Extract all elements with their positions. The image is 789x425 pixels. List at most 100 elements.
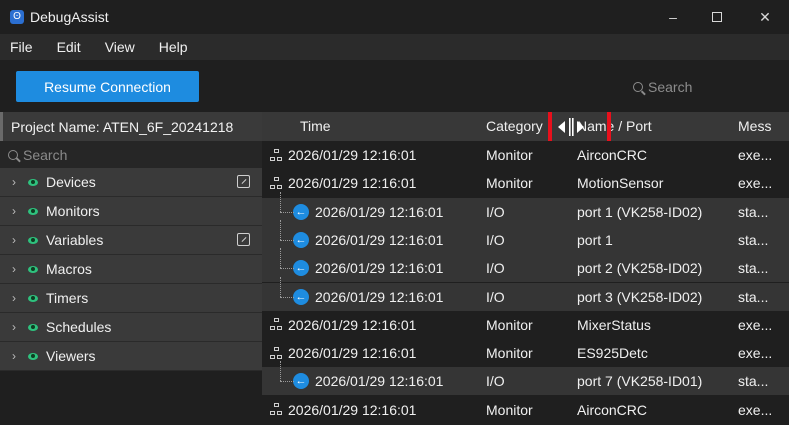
io-arrow-icon: ←: [293, 203, 309, 220]
time-text: 2026/01/29 12:16:01: [288, 175, 417, 192]
category-cell: I/O: [486, 288, 505, 305]
column-header-category[interactable]: Category: [486, 112, 543, 141]
chevron-right-icon[interactable]: ›: [12, 175, 20, 189]
eye-icon: [28, 236, 38, 244]
table-row[interactable]: ← 2026/01/29 12:16:01 I/O port 1 sta...: [262, 219, 789, 254]
message-cell: exe...: [738, 345, 773, 362]
sidebar-item-label: Variables: [46, 232, 104, 248]
sidebar-item-schedules[interactable]: › Schedules: [0, 313, 262, 342]
tree-connector: [270, 361, 294, 395]
sidebar-item-timers[interactable]: › Timers: [0, 284, 262, 313]
table-row[interactable]: 2026/01/29 12:16:01 Monitor MotionSensor ex…: [262, 169, 789, 198]
time-cell: 2026/01/29 12:16:01: [270, 396, 416, 424]
message-cell: sta...: [738, 373, 769, 390]
time-text: 2026/01/29 12:16:01: [315, 260, 444, 277]
table-header: Time Category Name / Port Mess: [262, 112, 789, 157]
category-cell: I/O: [486, 203, 505, 220]
table-search-input[interactable]: Search: [633, 79, 692, 95]
network-icon: [270, 403, 283, 416]
popout-icon[interactable]: [237, 233, 250, 246]
io-arrow-icon: ←: [293, 231, 309, 248]
sidebar-item-variables[interactable]: › Variables: [0, 226, 262, 255]
table-row[interactable]: ← 2026/01/29 12:16:01 I/O port 1 (VK258-ID0…: [262, 191, 789, 226]
name-port-cell: AirconCRC: [577, 147, 648, 163]
category-cell: Monitor: [486, 401, 533, 418]
sidebar-item-label: Schedules: [46, 319, 112, 335]
name-port-cell: port 3 (VK258-ID02): [577, 288, 703, 305]
menu-file[interactable]: File: [0, 34, 45, 60]
network-icon: [270, 318, 283, 331]
time-cell: 2026/01/29 12:16:01: [270, 141, 416, 169]
chevron-right-icon[interactable]: ›: [12, 233, 20, 247]
time-text: 2026/01/29 12:16:01: [315, 231, 444, 248]
sidebar-item-macros[interactable]: › Macros: [0, 255, 262, 284]
sidebar-search-input[interactable]: Search: [0, 141, 262, 168]
chevron-right-icon[interactable]: ›: [12, 291, 20, 305]
name-port-cell: MixerStatus: [577, 316, 651, 333]
sidebar-item-label: Viewers: [46, 348, 96, 364]
category-cell: I/O: [486, 260, 505, 277]
sidebar-item-label: Timers: [46, 290, 89, 306]
close-button[interactable]: ✕: [741, 0, 789, 34]
sidebar-item-monitors[interactable]: › Monitors: [0, 197, 262, 226]
io-arrow-icon: ←: [293, 288, 309, 305]
table-row[interactable]: ← 2026/01/29 12:16:01 I/O port 7 (VK258-ID0…: [262, 361, 789, 396]
message-cell: sta...: [738, 260, 769, 277]
tree-connector: [270, 219, 294, 254]
time-text: 2026/01/29 12:16:01: [288, 401, 417, 418]
title-bar: ʘ DebugAssist – ✕: [0, 0, 789, 34]
eye-icon: [28, 352, 38, 360]
message-cell: sta...: [738, 288, 769, 305]
message-cell: exe...: [738, 401, 773, 418]
sidebar-item-label: Monitors: [46, 203, 100, 219]
column-header-time[interactable]: Time: [300, 112, 331, 141]
tree-connector: [270, 248, 294, 282]
category-cell: Monitor: [486, 147, 533, 163]
chevron-right-icon[interactable]: ›: [12, 349, 20, 363]
minimize-button[interactable]: –: [649, 0, 697, 34]
chevron-right-icon[interactable]: ›: [12, 320, 20, 334]
message-cell: exe...: [738, 316, 773, 333]
table-row[interactable]: 2026/01/29 12:16:01 Monitor ES925Detc exe..…: [262, 339, 789, 368]
eye-icon: [28, 207, 38, 215]
table-row[interactable]: 2026/01/29 12:16:01 Monitor AirconCRC exe..…: [262, 141, 789, 169]
menu-view[interactable]: View: [93, 34, 147, 60]
category-cell: Monitor: [486, 345, 533, 362]
name-port-cell: port 1: [577, 231, 613, 248]
eye-icon: [28, 265, 38, 273]
sidebar-search-placeholder: Search: [23, 146, 68, 163]
category-cell: I/O: [486, 373, 505, 390]
resume-connection-button[interactable]: Resume Connection: [16, 71, 199, 102]
toolbar: Resume Connection Search: [0, 60, 789, 112]
time-cell: 2026/01/29 12:16:01: [270, 169, 416, 197]
time-cell: ← 2026/01/29 12:16:01: [270, 219, 444, 254]
eye-icon: [28, 323, 38, 331]
time-cell: ← 2026/01/29 12:16:01: [270, 276, 444, 311]
popout-icon[interactable]: [237, 175, 250, 188]
chevron-right-icon[interactable]: ›: [12, 204, 20, 218]
sidebar-item-devices[interactable]: › Devices: [0, 168, 262, 197]
table-row[interactable]: ← 2026/01/29 12:16:01 I/O port 3 (VK258-ID0…: [262, 276, 789, 311]
sidebar-tree: › Devices › Monitors › Variables › Macro…: [0, 168, 262, 371]
time-text: 2026/01/29 12:16:01: [315, 373, 444, 390]
column-header-message[interactable]: Mess: [738, 112, 771, 141]
sidebar-item-viewers[interactable]: › Viewers: [0, 342, 262, 371]
time-text: 2026/01/29 12:16:01: [315, 288, 444, 305]
menu-help[interactable]: Help: [147, 34, 200, 60]
table-row[interactable]: ← 2026/01/29 12:16:01 I/O port 2 (VK258-ID0…: [262, 248, 789, 283]
time-cell: ← 2026/01/29 12:16:01: [270, 248, 444, 282]
table-row[interactable]: 2026/01/29 12:16:01 Monitor AirconCRC exe..…: [262, 395, 789, 424]
menu-edit[interactable]: Edit: [45, 34, 93, 60]
window-title: DebugAssist: [30, 9, 109, 25]
name-port-cell: ES925Detc: [577, 345, 648, 362]
chevron-right-icon[interactable]: ›: [12, 262, 20, 276]
time-cell: ← 2026/01/29 12:16:01: [270, 191, 443, 226]
message-cell: sta...: [738, 231, 769, 248]
network-icon: [270, 176, 283, 190]
name-port-cell: port 1 (VK258-ID02): [577, 203, 703, 220]
name-port-cell: port 2 (VK258-ID02): [577, 260, 703, 277]
time-cell: 2026/01/29 12:16:01: [270, 339, 416, 367]
table-row[interactable]: 2026/01/29 12:16:01 Monitor MixerStatus exe…: [262, 310, 789, 339]
maximize-button[interactable]: [693, 0, 741, 34]
eye-icon: [28, 178, 38, 186]
